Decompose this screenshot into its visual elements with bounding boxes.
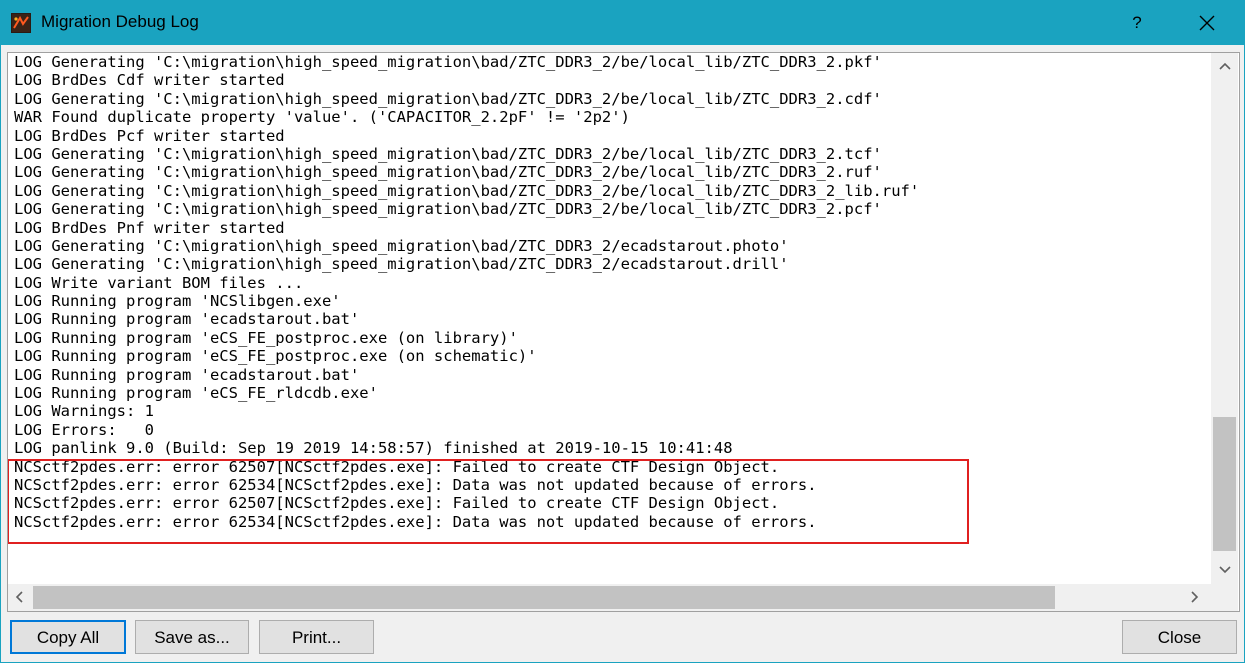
log-line: NCSctf2pdes.err: error 62534[NCSctf2pdes… bbox=[14, 512, 817, 531]
log-line: LOG panlink 9.0 (Build: Sep 19 2019 14:5… bbox=[14, 439, 733, 458]
app-icon bbox=[11, 13, 31, 33]
log-line: LOG Generating 'C:\migration\high_speed_… bbox=[14, 53, 882, 71]
window-close-button[interactable] bbox=[1184, 1, 1230, 45]
title-bar[interactable]: Migration Debug Log ? bbox=[1, 1, 1244, 45]
log-line: LOG Generating 'C:\migration\high_speed_… bbox=[14, 236, 789, 255]
log-line: LOG BrdDes Pnf writer started bbox=[14, 218, 285, 237]
log-line: LOG Running program 'eCS_FE_rldcdb.exe' bbox=[14, 384, 378, 403]
log-line: NCSctf2pdes.err: error 62507[NCSctf2pdes… bbox=[14, 494, 780, 513]
log-line: LOG Write variant BOM files ... bbox=[14, 273, 304, 292]
log-line: LOG Generating 'C:\migration\high_speed_… bbox=[14, 255, 789, 274]
log-content: LOG Generating 'C:\migration\high_speed_… bbox=[14, 53, 919, 531]
scroll-right-button[interactable] bbox=[1184, 586, 1206, 608]
vertical-scroll-thumb[interactable] bbox=[1213, 417, 1236, 551]
log-line: LOG Running program 'eCS_FE_postproc.exe… bbox=[14, 328, 518, 347]
window-title: Migration Debug Log bbox=[41, 12, 199, 31]
log-line: LOG Warnings: 1 bbox=[14, 402, 154, 421]
chevron-down-icon bbox=[1218, 566, 1231, 574]
print-button[interactable]: Print... bbox=[259, 620, 374, 654]
log-line: LOG Generating 'C:\migration\high_speed_… bbox=[14, 181, 920, 200]
chevron-right-icon bbox=[1191, 591, 1199, 603]
close-icon bbox=[1199, 15, 1215, 31]
log-line: NCSctf2pdes.err: error 62534[NCSctf2pdes… bbox=[14, 475, 817, 494]
log-line: LOG Generating 'C:\migration\high_speed_… bbox=[14, 200, 882, 219]
log-line: LOG Running program 'eCS_FE_postproc.exe… bbox=[14, 347, 537, 366]
log-text-area[interactable]: LOG Generating 'C:\migration\high_speed_… bbox=[7, 52, 1240, 612]
chevron-left-icon bbox=[15, 591, 23, 603]
log-line: LOG BrdDes Pcf writer started bbox=[14, 126, 285, 145]
save-as-button[interactable]: Save as... bbox=[135, 620, 249, 654]
log-line: LOG Running program 'NCSlibgen.exe' bbox=[14, 292, 341, 311]
log-line: LOG Errors: 0 bbox=[14, 420, 154, 439]
help-button[interactable]: ? bbox=[1114, 1, 1160, 45]
scrollbar-corner bbox=[1211, 584, 1238, 611]
scroll-down-button[interactable] bbox=[1211, 559, 1238, 581]
log-line: WAR Found duplicate property 'value'. ('… bbox=[14, 108, 630, 127]
log-line: LOG Running program 'ecadstarout.bat' bbox=[14, 365, 360, 384]
copy-all-button[interactable]: Copy All bbox=[10, 620, 126, 654]
horizontal-scrollbar[interactable] bbox=[8, 584, 1211, 611]
log-line: LOG Generating 'C:\migration\high_speed_… bbox=[14, 89, 882, 108]
chevron-up-icon bbox=[1218, 62, 1231, 70]
close-button[interactable]: Close bbox=[1122, 620, 1237, 654]
log-line: LOG Generating 'C:\migration\high_speed_… bbox=[14, 163, 882, 182]
migration-debug-log-window: Migration Debug Log ? LOG Generating 'C:… bbox=[0, 0, 1245, 663]
log-line: NCSctf2pdes.err: error 62507[NCSctf2pdes… bbox=[14, 457, 780, 476]
scroll-left-button[interactable] bbox=[8, 586, 30, 608]
log-line: LOG Generating 'C:\migration\high_speed_… bbox=[14, 144, 882, 163]
horizontal-scroll-thumb[interactable] bbox=[33, 586, 1055, 609]
log-line: LOG BrdDes Cdf writer started bbox=[14, 71, 285, 90]
vertical-scrollbar[interactable] bbox=[1211, 53, 1238, 591]
scroll-up-button[interactable] bbox=[1211, 55, 1238, 77]
log-line: LOG Running program 'ecadstarout.bat' bbox=[14, 310, 360, 329]
